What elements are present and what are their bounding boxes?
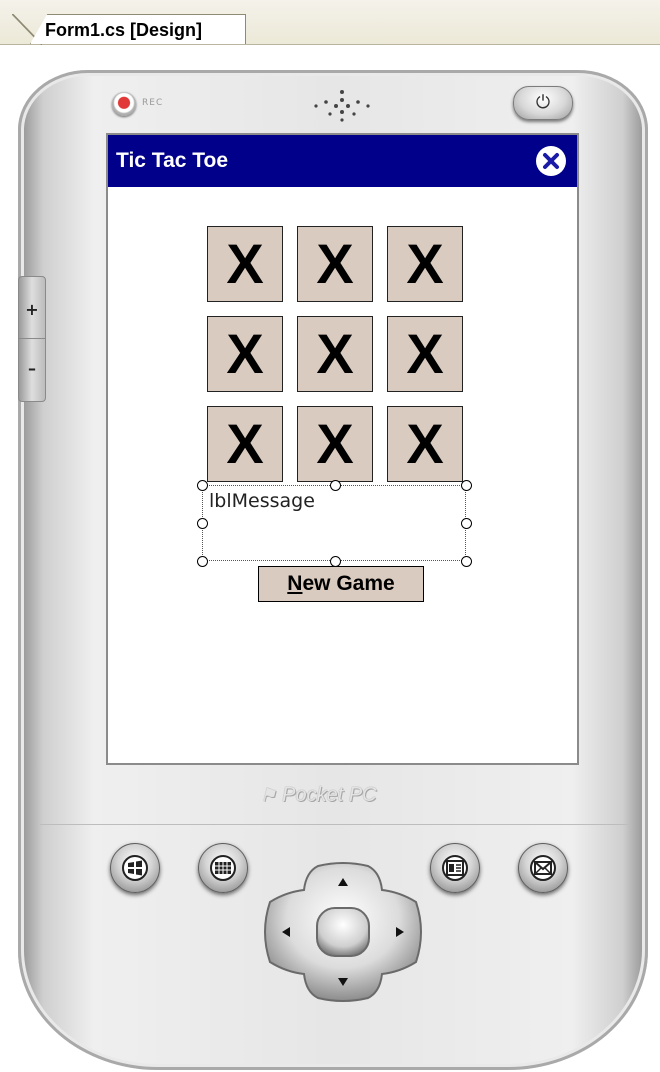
- resize-handle-sw[interactable]: [197, 556, 208, 567]
- board-cell-8[interactable]: X: [297, 406, 373, 482]
- windows-logo-icon: ⚑: [260, 785, 277, 805]
- designer-tab-strip: Form1.cs [Design]: [0, 0, 660, 45]
- navigation-pad[interactable]: [260, 862, 426, 1002]
- start-button[interactable]: [110, 843, 160, 893]
- power-icon: ⏻: [535, 92, 551, 113]
- windows-flag-icon: [122, 855, 148, 881]
- resize-handle-nw[interactable]: [197, 480, 208, 491]
- board-cell-1[interactable]: X: [207, 226, 283, 302]
- record-button[interactable]: [112, 92, 136, 116]
- board-cell-9[interactable]: X: [387, 406, 463, 482]
- new-game-mnemonic: N: [287, 572, 303, 595]
- resize-handle-e[interactable]: [461, 518, 472, 529]
- inbox-button[interactable]: [518, 843, 568, 893]
- calendar-button[interactable]: [198, 843, 248, 893]
- calendar-icon: [210, 855, 236, 881]
- volume-rocker[interactable]: + –: [18, 276, 46, 402]
- message-label-selection[interactable]: lblMessage: [202, 485, 466, 561]
- pocket-pc-logo: ⚑ Pocket PC: [260, 780, 420, 810]
- new-game-label: ew Game: [302, 572, 395, 595]
- resize-handle-w[interactable]: [197, 518, 208, 529]
- contacts-button[interactable]: [430, 843, 480, 893]
- speaker-grille-icon: [314, 90, 370, 122]
- form-title: Tic Tac Toe: [116, 149, 229, 172]
- pocket-pc-logo-text: Pocket PC: [282, 784, 377, 806]
- board-cell-5[interactable]: X: [297, 316, 373, 392]
- board-cell-7[interactable]: X: [207, 406, 283, 482]
- board-cell-2[interactable]: X: [297, 226, 373, 302]
- resize-handle-se[interactable]: [461, 556, 472, 567]
- board-cell-3[interactable]: X: [387, 226, 463, 302]
- device-screen: Tic Tac Toe X X X X X X X X X lblMessage…: [106, 133, 579, 765]
- power-button[interactable]: ⏻: [513, 86, 573, 120]
- volume-down-button[interactable]: –: [19, 339, 45, 400]
- board-cell-6[interactable]: X: [387, 316, 463, 392]
- volume-up-button[interactable]: +: [19, 277, 45, 339]
- board-cell-4[interactable]: X: [207, 316, 283, 392]
- close-x-icon: [538, 148, 564, 174]
- record-label: REC: [142, 98, 164, 108]
- resize-handle-n[interactable]: [330, 480, 341, 491]
- form-title-bar: Tic Tac Toe: [108, 135, 577, 187]
- dpad-center-button[interactable]: [316, 907, 370, 957]
- close-icon[interactable]: [536, 146, 566, 176]
- new-game-button[interactable]: New Game: [258, 566, 424, 602]
- resize-handle-ne[interactable]: [461, 480, 472, 491]
- message-label: lblMessage: [209, 490, 315, 512]
- contacts-icon: [442, 855, 468, 881]
- envelope-icon: [530, 855, 556, 881]
- tab-form1-design[interactable]: Form1.cs [Design]: [30, 14, 246, 44]
